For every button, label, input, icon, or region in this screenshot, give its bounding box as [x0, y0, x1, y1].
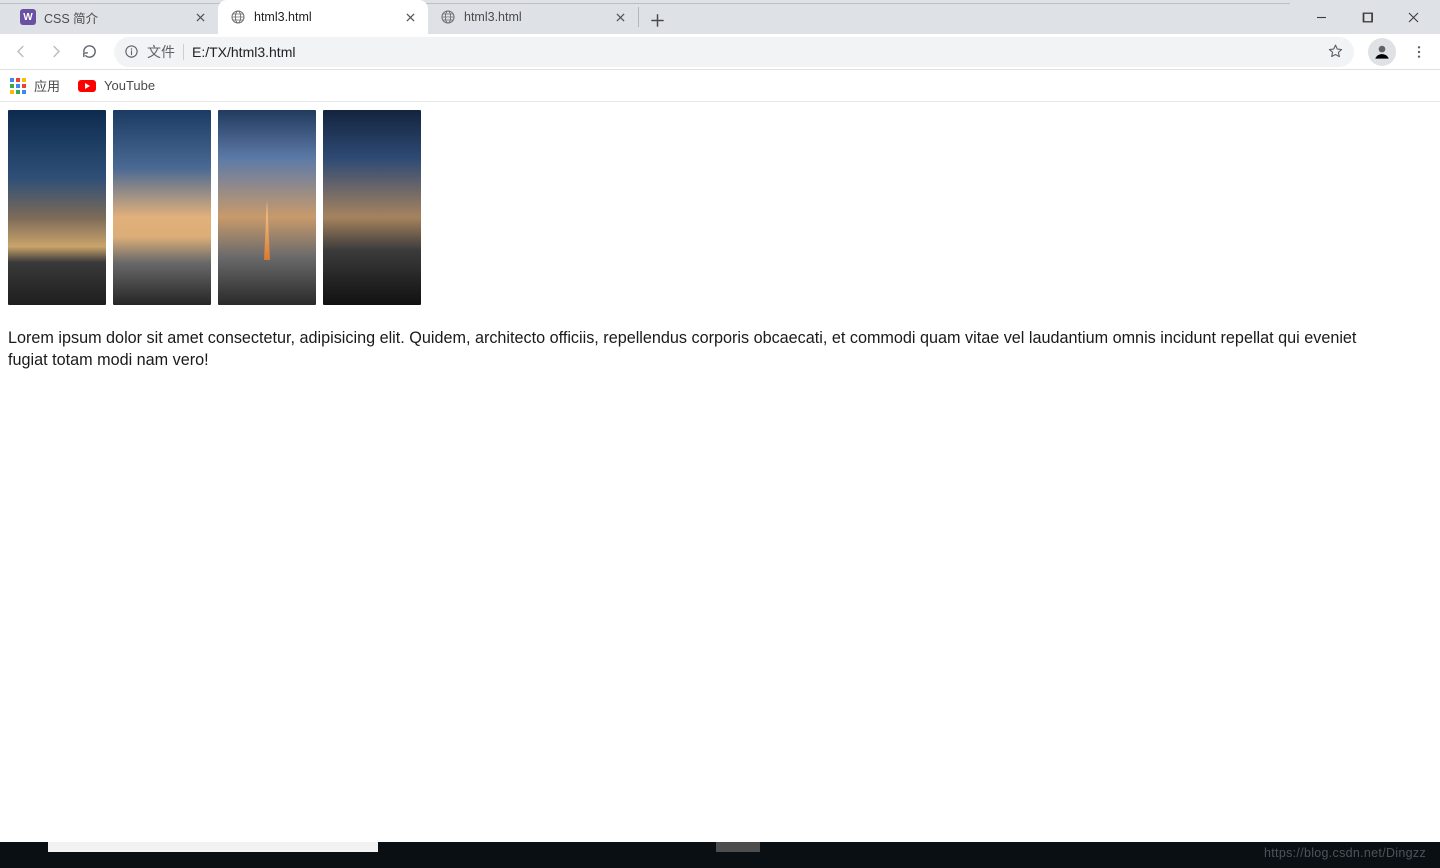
minimize-button[interactable] [1298, 2, 1344, 32]
address-bar[interactable]: 文件 E:/TX/html3.html [114, 37, 1354, 67]
page-paragraph: Lorem ipsum dolor sit amet consectetur, … [8, 327, 1388, 372]
window-controls [1298, 0, 1440, 34]
favicon-file-icon [230, 9, 246, 25]
bookmark-label: YouTube [104, 78, 155, 93]
apps-shortcut[interactable]: 应用 [10, 76, 60, 95]
tab-label: html3.html [464, 10, 604, 24]
tab-separator [638, 7, 639, 27]
back-button[interactable] [6, 37, 36, 67]
image-row [8, 110, 1432, 305]
bookmarks-bar: 应用 YouTube [0, 70, 1440, 102]
page-body: Lorem ipsum dolor sit amet consectetur, … [0, 102, 1440, 396]
reload-button[interactable] [74, 37, 104, 67]
profile-avatar-button[interactable] [1368, 38, 1396, 66]
page-viewport[interactable]: Lorem ipsum dolor sit amet consectetur, … [0, 102, 1440, 842]
page-image [218, 110, 316, 305]
taskbar-segment [716, 842, 760, 852]
watermark-text: https://blog.csdn.net/Dingzz [1264, 846, 1426, 860]
page-image [8, 110, 106, 305]
chrome-menu-button[interactable] [1404, 37, 1434, 67]
tab-label: html3.html [254, 10, 394, 24]
new-tab-button[interactable] [643, 6, 671, 34]
page-image [323, 110, 421, 305]
tab-label: CSS 简介 [44, 8, 184, 27]
tab-strip: W CSS 简介 html3.html html3.html [0, 0, 671, 34]
address-scheme-label: 文件 [147, 42, 175, 62]
close-tab-icon[interactable] [612, 9, 628, 25]
apps-label: 应用 [34, 76, 60, 95]
taskbar-segment [48, 842, 378, 852]
favicon-w3schools: W [20, 9, 36, 25]
windows-taskbar[interactable] [0, 842, 1440, 868]
youtube-icon [78, 80, 96, 92]
close-tab-icon[interactable] [192, 9, 208, 25]
tab-css-intro[interactable]: W CSS 简介 [8, 0, 218, 34]
close-tab-icon[interactable] [402, 9, 418, 25]
page-image [113, 110, 211, 305]
omnibox-divider [183, 44, 184, 60]
bookmark-youtube[interactable]: YouTube [78, 78, 155, 93]
apps-grid-icon [10, 78, 26, 94]
tab-html3-active[interactable]: html3.html [218, 0, 428, 34]
close-window-button[interactable] [1390, 2, 1436, 32]
address-path: E:/TX/html3.html [192, 44, 295, 60]
maximize-button[interactable] [1344, 2, 1390, 32]
favicon-file-icon [440, 9, 456, 25]
toolbar: 文件 E:/TX/html3.html [0, 34, 1440, 70]
bookmark-star-icon[interactable] [1327, 43, 1344, 60]
tab-html3-background[interactable]: html3.html [428, 0, 638, 34]
forward-button[interactable] [40, 37, 70, 67]
site-info-icon[interactable] [124, 44, 139, 59]
